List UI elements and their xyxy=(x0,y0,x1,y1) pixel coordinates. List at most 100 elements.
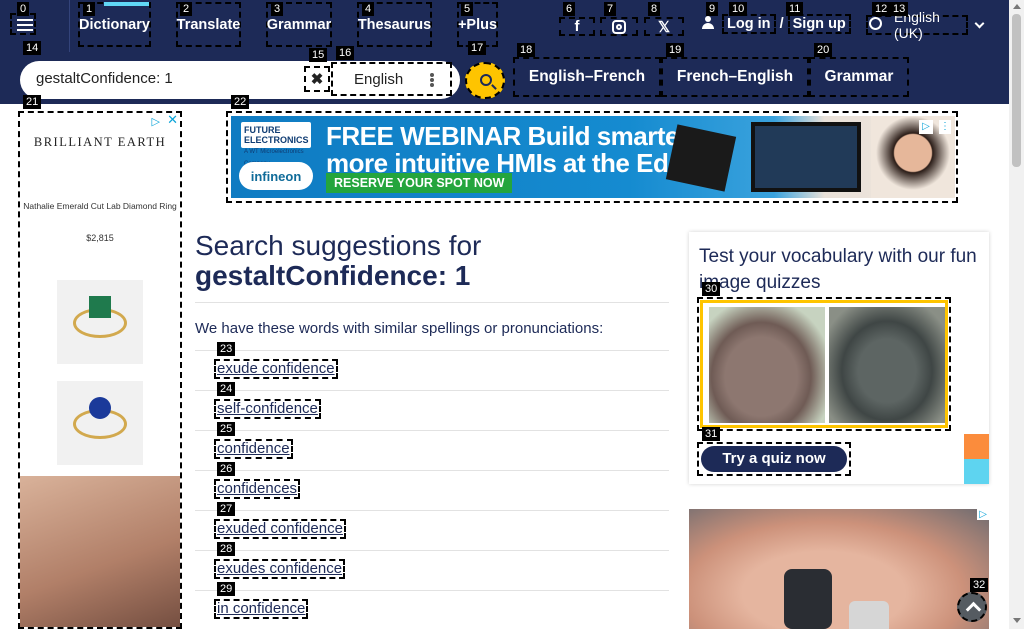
menu-icon[interactable] xyxy=(10,13,36,35)
clear-search-button[interactable]: ✖ xyxy=(304,66,330,92)
marker-label: 18 xyxy=(517,43,536,57)
marker-label: 31 xyxy=(702,427,721,441)
scroll-down-icon[interactable] xyxy=(1013,618,1021,623)
back-to-top-button[interactable] xyxy=(957,592,987,622)
seal-image xyxy=(829,307,945,423)
infineon-logo: infineon xyxy=(239,162,313,190)
login-separator: / xyxy=(779,16,784,32)
marker-label: 20 xyxy=(814,43,833,57)
instagram-icon[interactable] xyxy=(600,17,638,36)
marker-label: 22 xyxy=(231,95,250,109)
page-scrollbar[interactable] xyxy=(1009,0,1024,629)
suggestion-link[interactable]: exudes confidence xyxy=(214,559,346,579)
banner-ad-creative: FUTURE ELECTRONICS A WT Microelectronics… xyxy=(231,116,955,198)
language-selector[interactable]: English (UK) xyxy=(866,9,968,41)
quiz-card: Test your vocabulary with our fun image … xyxy=(689,232,989,484)
marker-label: 7 xyxy=(604,2,617,16)
marker-label: 32 xyxy=(970,578,989,592)
suggestion-link[interactable]: exude confidence xyxy=(214,359,338,379)
divider xyxy=(195,470,669,471)
ad-menu-icon[interactable]: ⋮ xyxy=(939,120,951,134)
divider xyxy=(195,430,669,431)
quiz-title: Test your vocabulary with our fun image … xyxy=(699,246,977,293)
banner-advertisement[interactable]: FUTURE ELECTRONICS A WT Microelectronics… xyxy=(226,111,958,203)
banner-cta-button[interactable]: RESERVE YOUR SPOT NOW xyxy=(326,173,513,193)
marker-label: 15 xyxy=(309,48,328,62)
suggestions-intro: We have these words with similar spellin… xyxy=(195,320,604,337)
divider xyxy=(195,590,669,591)
hippo-image xyxy=(709,307,825,423)
marker-label: 8 xyxy=(648,2,661,16)
suggestion-link[interactable]: confidences xyxy=(214,479,301,499)
search-input[interactable] xyxy=(36,70,306,87)
marker-label: 6 xyxy=(563,2,576,16)
try-quiz-button[interactable]: Try a quiz now xyxy=(697,442,851,476)
suggestion-link[interactable]: exuded confidence xyxy=(214,519,346,539)
link-french-english[interactable]: French–English xyxy=(661,57,809,97)
search-button[interactable] xyxy=(465,62,505,99)
nav-divider xyxy=(69,0,70,52)
marker-label: 24 xyxy=(217,382,236,396)
user-icon xyxy=(702,16,714,29)
chip-image xyxy=(665,124,737,192)
divider xyxy=(195,550,669,551)
nav-grammar-label: Grammar xyxy=(266,16,332,33)
try-quiz-label: Try a quiz now xyxy=(701,446,847,472)
nav-thesaurus-label: Thesaurus xyxy=(357,16,432,33)
marker-label: 10 xyxy=(729,2,748,16)
suggestion-link[interactable]: confidence xyxy=(214,439,293,459)
ring-image xyxy=(57,381,143,465)
marker-label: 17 xyxy=(468,41,487,55)
marker-label: 3 xyxy=(271,2,284,16)
quiz-image-link[interactable] xyxy=(697,297,951,431)
ad-close-icon[interactable]: ✕ xyxy=(167,113,178,128)
divider xyxy=(195,302,669,303)
search-box: ✖ English xyxy=(20,61,460,99)
marker-label: 28 xyxy=(217,542,236,556)
marker-label: 27 xyxy=(217,502,236,516)
marker-label: 12 xyxy=(872,2,891,16)
facebook-icon[interactable]: f xyxy=(559,17,595,36)
signup-link[interactable]: Sign up xyxy=(787,14,851,34)
link-grammar[interactable]: Grammar xyxy=(809,57,909,97)
marker-label: 19 xyxy=(666,43,685,57)
marker-label: 23 xyxy=(217,342,236,356)
share-tab[interactable] xyxy=(964,459,989,484)
dictionary-selector-label: English xyxy=(354,70,404,88)
nav-dictionary-label: Dictionary xyxy=(79,16,150,33)
scrollbar-thumb[interactable] xyxy=(1012,14,1021,167)
account-links: Log in / Sign up xyxy=(702,14,851,34)
link-english-french[interactable]: English–French xyxy=(513,57,661,97)
marker-label: 13 xyxy=(890,2,909,16)
marker-label: 4 xyxy=(362,2,375,16)
feedback-tab[interactable] xyxy=(964,434,989,459)
ad-product-name: Nathalie Emerald Cut Lab Diamond Ring xyxy=(23,201,177,211)
bottom-advertisement[interactable]: ▷ xyxy=(689,509,989,629)
marker-label: 5 xyxy=(461,2,474,16)
display-image xyxy=(751,122,861,192)
marker-label: 14 xyxy=(23,41,42,55)
divider xyxy=(195,510,669,511)
ad-info-icon[interactable]: ▷ xyxy=(152,115,160,128)
dictionary-selector[interactable]: English xyxy=(331,62,452,96)
search-icon xyxy=(480,74,492,86)
page-title-query: gestaltConfidence: 1 xyxy=(195,260,471,291)
marker-label: 29 xyxy=(217,582,236,596)
marker-label: 2 xyxy=(180,2,193,16)
ad-brand: BRILLIANT EARTH xyxy=(33,135,167,149)
left-advertisement[interactable]: ▷ ✕ BRILLIANT EARTH Nathalie Emerald Cut… xyxy=(18,111,182,629)
ad-info-icon[interactable]: ▷ xyxy=(977,509,989,520)
ad-info-icon[interactable]: ▷ xyxy=(919,120,933,134)
marker-label: 0 xyxy=(17,2,30,16)
scroll-up-icon[interactable] xyxy=(1013,4,1021,9)
page-title: Search suggestions for gestaltConfidence… xyxy=(195,231,481,291)
future-electronics-logo: FUTURE ELECTRONICS A WT Microelectronics… xyxy=(241,122,311,167)
twitter-x-icon[interactable]: 𝕏 xyxy=(644,17,684,36)
chevron-down-icon[interactable] xyxy=(974,18,985,29)
marker-label: 21 xyxy=(23,95,42,109)
model-photo xyxy=(20,476,180,627)
marker-label: 26 xyxy=(217,462,236,476)
suggestion-link[interactable]: self-confidence xyxy=(214,399,321,419)
suggestion-link[interactable]: in confidence xyxy=(214,599,309,619)
login-link[interactable]: Log in xyxy=(722,14,776,34)
